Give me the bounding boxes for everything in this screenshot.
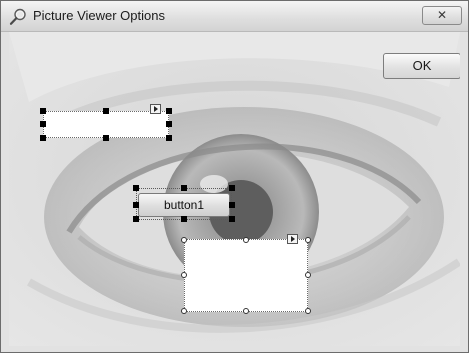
picture-viewer-options-window: Picture Viewer Options ✕ OK button1: [0, 0, 469, 353]
resize-handle-e[interactable]: [166, 121, 172, 127]
resize-handle-ne[interactable]: [166, 108, 172, 114]
button1-handle-nw[interactable]: [133, 185, 139, 191]
picturebox-handle-s[interactable]: [243, 308, 249, 314]
resize-handle-w[interactable]: [40, 121, 46, 127]
picturebox-handle-sw[interactable]: [181, 308, 187, 314]
button1-handle-e[interactable]: [229, 202, 235, 208]
picturebox-control[interactable]: [184, 239, 308, 312]
resize-handle-se[interactable]: [166, 135, 172, 141]
picturebox-handle-ne[interactable]: [305, 237, 311, 243]
window-title: Picture Viewer Options: [33, 8, 165, 23]
picturebox-handle-nw[interactable]: [181, 237, 187, 243]
button1-handle-s[interactable]: [181, 216, 187, 222]
button1-handle-w[interactable]: [133, 202, 139, 208]
smart-tag-arrow-icon[interactable]: [287, 234, 298, 244]
picturebox-handle-w[interactable]: [181, 272, 187, 278]
resize-handle-nw[interactable]: [40, 108, 46, 114]
picturebox-handle-se[interactable]: [305, 308, 311, 314]
button1[interactable]: button1: [138, 193, 230, 217]
ok-button[interactable]: OK: [383, 53, 460, 79]
form-client-area: OK button1: [9, 32, 460, 346]
button1-handle-sw[interactable]: [133, 216, 139, 222]
title-bar[interactable]: Picture Viewer Options ✕: [1, 1, 468, 32]
resize-handle-n[interactable]: [103, 108, 109, 114]
button1-handle-ne[interactable]: [229, 185, 235, 191]
button1-handle-se[interactable]: [229, 216, 235, 222]
button1-handle-n[interactable]: [181, 185, 187, 191]
close-icon: ✕: [436, 8, 448, 22]
resize-handle-sw[interactable]: [40, 135, 46, 141]
smart-tag-arrow-icon[interactable]: [150, 104, 161, 114]
resize-handle-s[interactable]: [103, 135, 109, 141]
textbox-control[interactable]: [43, 111, 169, 138]
picturebox-handle-n[interactable]: [243, 237, 249, 243]
picturebox-handle-e[interactable]: [305, 272, 311, 278]
close-button[interactable]: ✕: [422, 6, 462, 25]
magnifier-icon: [9, 8, 26, 25]
